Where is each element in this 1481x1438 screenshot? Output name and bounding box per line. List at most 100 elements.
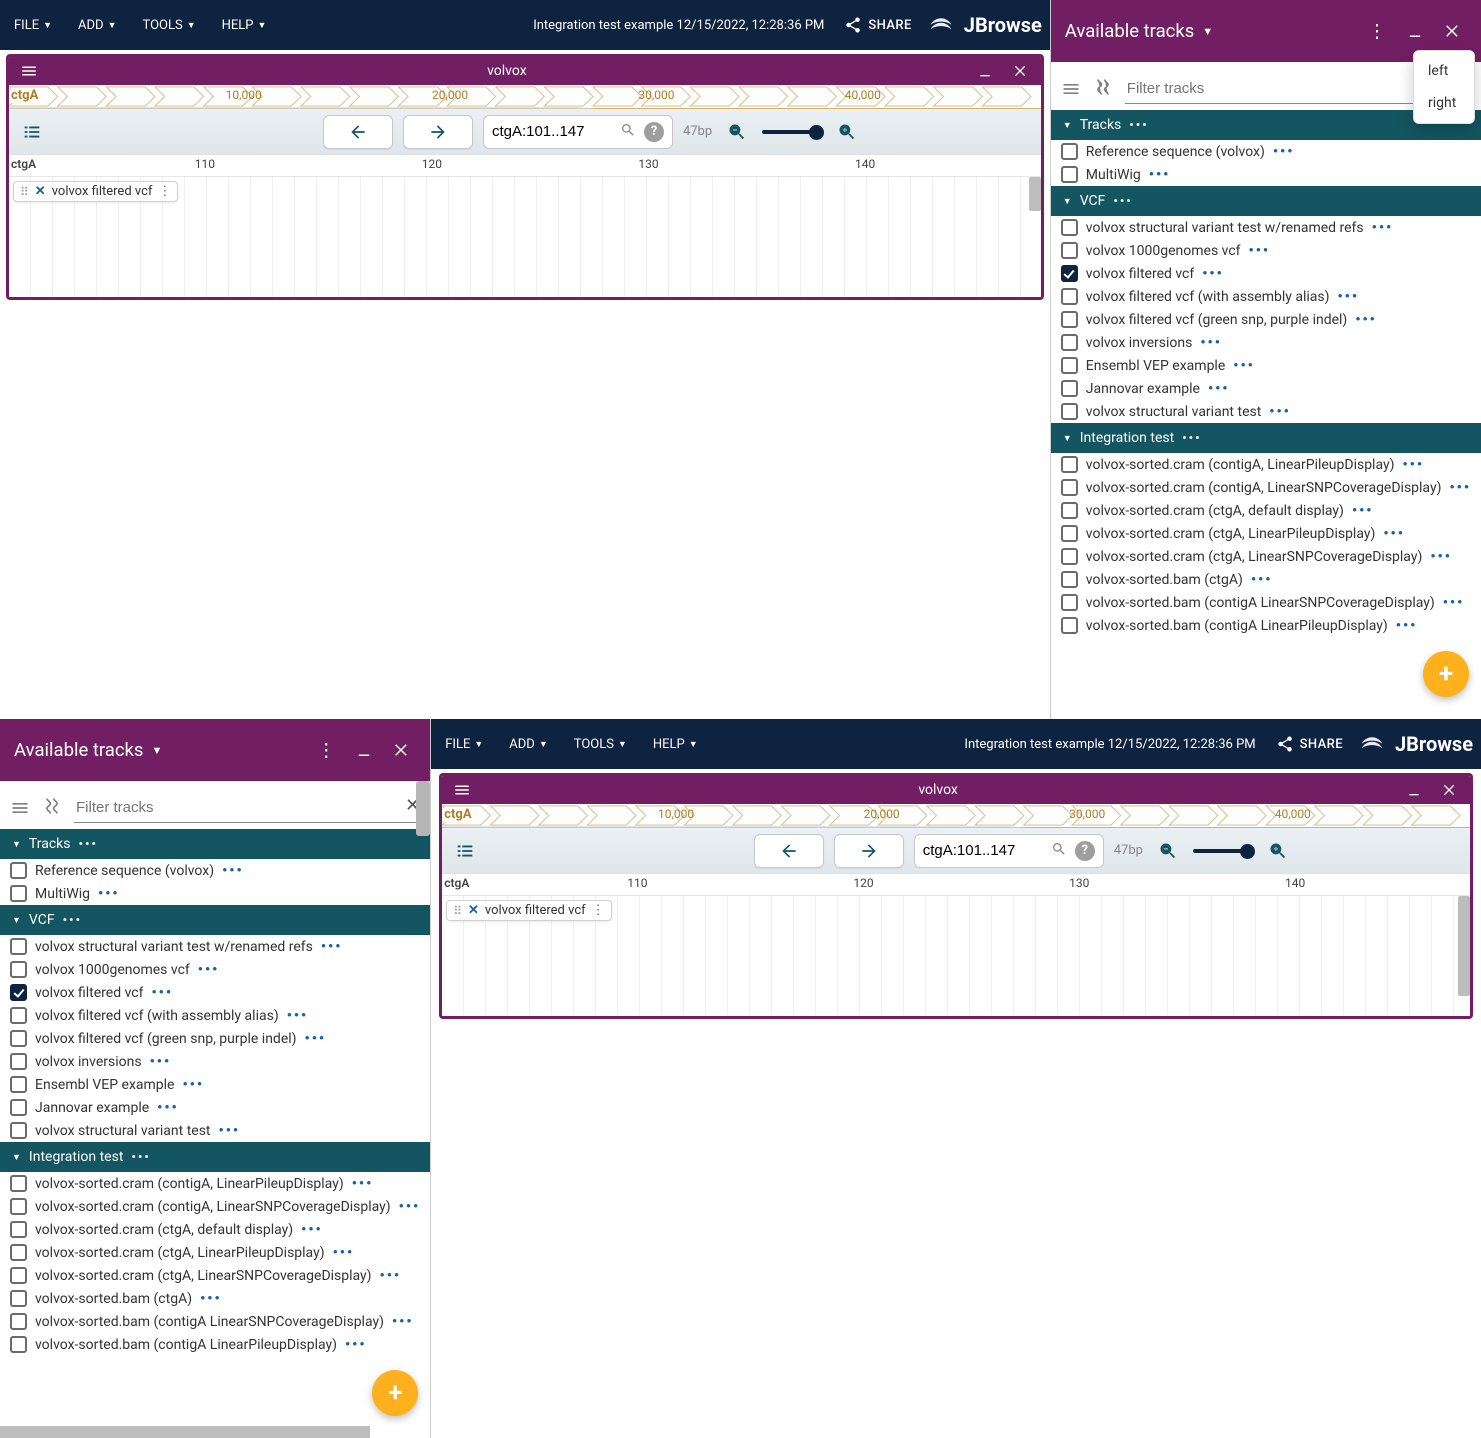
track-label[interactable]: volvox-sorted.cram (contigA, LinearPileu…	[1086, 457, 1395, 473]
track-label[interactable]: volvox filtered vcf	[35, 985, 143, 1001]
side-panel-minimize-button[interactable]	[350, 736, 378, 764]
track-checkbox[interactable]	[1061, 548, 1078, 565]
track-checkbox[interactable]	[1061, 479, 1078, 496]
track-category-menu-button[interactable]: •••	[63, 913, 82, 927]
view-minimize-button[interactable]	[971, 57, 999, 85]
track-list[interactable]: ▼Tracks•••Reference sequence (volvox)•••…	[0, 829, 430, 1438]
track-row-menu-button[interactable]: •••	[1383, 526, 1405, 542]
side-panel-minimize-button[interactable]	[1401, 17, 1429, 45]
track-label[interactable]: volvox filtered vcf	[1086, 266, 1194, 282]
pan-right-button[interactable]	[403, 115, 473, 149]
track-row-menu-button[interactable]: •••	[1249, 243, 1271, 259]
overview-ruler[interactable]: ctgA 10,000 20,000 30,000 40,000	[442, 804, 1470, 828]
track-label[interactable]: volvox filtered vcf (with assembly alias…	[35, 1008, 279, 1024]
track-label[interactable]: volvox-sorted.cram (ctgA, LinearSNPCover…	[1086, 549, 1423, 565]
track-checkbox[interactable]	[1061, 594, 1078, 611]
zoom-slider[interactable]	[1193, 849, 1253, 853]
track-category-header[interactable]: ▼Integration test•••	[0, 1142, 430, 1172]
track-row-menu-button[interactable]: •••	[305, 1031, 327, 1047]
track-row-menu-button[interactable]: •••	[219, 1123, 241, 1139]
track-category-menu-button[interactable]: •••	[79, 837, 98, 851]
view-menu-button[interactable]	[448, 776, 476, 804]
track-checkbox[interactable]	[1061, 617, 1078, 634]
track-label[interactable]: volvox-sorted.cram (ctgA, LinearSNPCover…	[35, 1268, 372, 1284]
popover-option-right[interactable]: right	[1414, 87, 1474, 119]
track-row-menu-button[interactable]: •••	[1202, 266, 1224, 282]
track-checkbox[interactable]	[1061, 525, 1078, 542]
location-search-button[interactable]	[620, 122, 636, 142]
track-label[interactable]: Ensembl VEP example	[1086, 358, 1225, 374]
track-menu-button[interactable]: ⋮	[158, 184, 171, 199]
location-input[interactable]	[492, 123, 612, 140]
track-label[interactable]: volvox structural variant test w/renamed…	[1086, 220, 1364, 236]
location-help-button[interactable]: ?	[644, 122, 664, 142]
track-row-menu-button[interactable]: •••	[333, 1245, 355, 1261]
track-label[interactable]: volvox filtered vcf (green snp, purple i…	[1086, 312, 1348, 328]
track-checkbox[interactable]	[1061, 288, 1078, 305]
menu-file[interactable]: FILE▼	[439, 733, 489, 756]
track-checkbox[interactable]	[1061, 143, 1078, 160]
pan-left-button[interactable]	[754, 834, 824, 868]
menu-help[interactable]: HELP▼	[216, 14, 273, 37]
track-category-header[interactable]: ▼VCF•••	[1051, 186, 1481, 216]
menu-tools[interactable]: TOOLS▼	[137, 14, 202, 37]
track-checkbox[interactable]	[1061, 571, 1078, 588]
track-label[interactable]: MultiWig	[35, 886, 90, 902]
side-panel-close-button[interactable]	[388, 736, 416, 764]
track-label[interactable]: MultiWig	[1086, 167, 1141, 183]
menu-add[interactable]: ADD▼	[503, 733, 553, 756]
track-checkbox[interactable]	[10, 1267, 27, 1284]
menu-file[interactable]: FILE▼	[8, 14, 58, 37]
track-row-menu-button[interactable]: •••	[321, 939, 343, 955]
track-checkbox[interactable]	[10, 1053, 27, 1070]
view-close-button[interactable]	[1007, 57, 1035, 85]
track-checkbox[interactable]	[1061, 502, 1078, 519]
track-row-menu-button[interactable]: •••	[1200, 335, 1222, 351]
connections-button[interactable]	[42, 796, 62, 820]
track-row-menu-button[interactable]: •••	[1352, 503, 1374, 519]
track-label[interactable]: volvox-sorted.bam (ctgA)	[35, 1291, 192, 1307]
track-drag-handle[interactable]: ⠿	[453, 904, 462, 918]
zoom-out-button[interactable]	[1153, 836, 1183, 866]
track-row-menu-button[interactable]: •••	[1208, 381, 1230, 397]
track-row-menu-button[interactable]: •••	[1372, 220, 1394, 236]
track-checkbox[interactable]	[10, 1030, 27, 1047]
track-filter-menu-button[interactable]	[10, 798, 30, 818]
side-panel-menu-button[interactable]: ⋮	[312, 736, 340, 764]
track-category-menu-button[interactable]: •••	[1113, 194, 1132, 208]
track-row-menu-button[interactable]: •••	[1449, 480, 1471, 496]
track-list-horizontal-scrollbar[interactable]	[0, 1426, 370, 1438]
add-track-fab[interactable]: +	[1423, 651, 1469, 697]
track-row-menu-button[interactable]: •••	[157, 1100, 179, 1116]
track-checkbox[interactable]	[1061, 311, 1078, 328]
track-category-menu-button[interactable]: •••	[1129, 118, 1148, 132]
track-row-menu-button[interactable]: •••	[150, 1054, 172, 1070]
side-panel-title[interactable]: Available tracks▼	[1065, 20, 1213, 42]
pan-right-button[interactable]	[834, 834, 904, 868]
tracks-container[interactable]: ⠿ ✕ volvox filtered vcf ⋮	[9, 177, 1041, 297]
track-checkbox[interactable]	[10, 984, 27, 1001]
side-panel-menu-button[interactable]: ⋮	[1363, 17, 1391, 45]
zoom-in-button[interactable]	[1263, 836, 1293, 866]
track-label[interactable]: volvox-sorted.bam (ctgA)	[1086, 572, 1243, 588]
track-row-menu-button[interactable]: •••	[301, 1222, 323, 1238]
track-close-button[interactable]: ✕	[468, 903, 479, 918]
scale-bar[interactable]: ctgA 110 120 130 140	[9, 155, 1041, 177]
side-panel-title[interactable]: Available tracks▼	[14, 739, 162, 761]
track-row-menu-button[interactable]: •••	[1430, 549, 1452, 565]
menu-add[interactable]: ADD▼	[72, 14, 122, 37]
track-checkbox[interactable]	[1061, 334, 1078, 351]
track-checkbox[interactable]	[1061, 403, 1078, 420]
track-label[interactable]: volvox 1000genomes vcf	[1086, 243, 1241, 259]
track-checkbox[interactable]	[1061, 380, 1078, 397]
track-label[interactable]: volvox 1000genomes vcf	[35, 962, 190, 978]
track-row-menu-button[interactable]: •••	[98, 886, 120, 902]
track-checkbox[interactable]	[10, 1244, 27, 1261]
track-row-menu-button[interactable]: •••	[198, 962, 220, 978]
zoom-in-button[interactable]	[832, 117, 862, 147]
menu-tools[interactable]: TOOLS▼	[568, 733, 633, 756]
track-label[interactable]: Ensembl VEP example	[35, 1077, 174, 1093]
track-label[interactable]: Reference sequence (volvox)	[1086, 144, 1265, 160]
track-row-menu-button[interactable]: •••	[345, 1337, 367, 1353]
track-vertical-scrollbar[interactable]	[1458, 896, 1470, 996]
